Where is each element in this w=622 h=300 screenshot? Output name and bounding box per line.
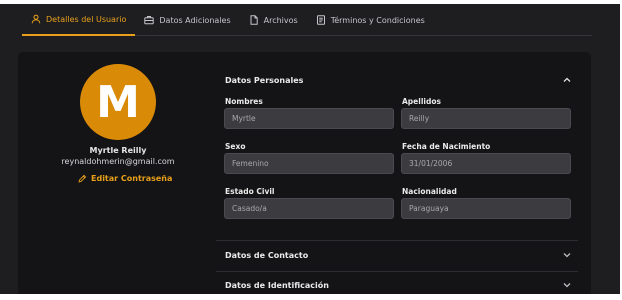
label-estado-civil: Estado Civil: [225, 187, 275, 196]
divider: [216, 240, 578, 241]
label-nombres: Nombres: [225, 97, 263, 106]
tab-archivos[interactable]: Archivos: [240, 4, 307, 36]
section-title-datos-contacto[interactable]: Datos de Contacto: [225, 251, 308, 260]
tab-datos-adicionales[interactable]: Datos Adicionales: [135, 4, 239, 36]
sexo-field[interactable]: Femenino: [224, 153, 394, 174]
chevron-down-icon[interactable]: [562, 250, 572, 260]
divider: [216, 271, 578, 272]
avatar: M: [80, 64, 156, 140]
app-window: Detalles del Usuario Datos Adicionales A…: [0, 4, 620, 294]
chevron-down-icon[interactable]: [562, 280, 572, 290]
file-icon: [250, 15, 258, 25]
label-nacionalidad: Nacionalidad: [402, 187, 457, 196]
document-icon: [316, 15, 325, 25]
avatar-initial: M: [96, 76, 140, 128]
apellidos-field[interactable]: Reilly: [401, 108, 571, 129]
fecha-nacimiento-field[interactable]: 31/01/2006: [401, 153, 571, 174]
nacionalidad-field[interactable]: Paraguaya: [401, 198, 571, 219]
user-email: reynaldohmerin@gmail.com: [61, 157, 175, 166]
user-icon: [31, 14, 41, 24]
tab-label: Detalles del Usuario: [46, 14, 127, 24]
user-details-panel: M Myrtle Reilly reynaldohmerin@gmail.com…: [18, 52, 591, 294]
estado-civil-field[interactable]: Casado/a: [224, 198, 394, 219]
section-title-datos-identificacion[interactable]: Datos de Identificación: [225, 281, 329, 290]
tab-label: Datos Adicionales: [159, 15, 231, 25]
tab-label: Términos y Condiciones: [330, 15, 425, 25]
section-title-datos-personales: Datos Personales: [225, 76, 304, 85]
tab-bar: Detalles del Usuario Datos Adicionales A…: [22, 4, 592, 36]
tab-terminos[interactable]: Términos y Condiciones: [307, 4, 434, 36]
pencil-icon: [78, 174, 87, 183]
label-fecha-nacimiento: Fecha de Nacimiento: [402, 142, 491, 151]
nombres-field[interactable]: Myrtle: [224, 108, 394, 129]
edit-password-link[interactable]: Editar Contraseña: [78, 174, 172, 183]
label-sexo: Sexo: [225, 142, 246, 151]
tab-detalles-usuario[interactable]: Detalles del Usuario: [22, 4, 136, 36]
chevron-up-icon[interactable]: [562, 75, 572, 85]
user-name: Myrtle Reilly: [89, 146, 147, 155]
briefcase-icon: [144, 16, 155, 25]
tab-label: Archivos: [263, 15, 298, 25]
label-apellidos: Apellidos: [402, 97, 441, 106]
edit-password-label: Editar Contraseña: [91, 174, 173, 183]
